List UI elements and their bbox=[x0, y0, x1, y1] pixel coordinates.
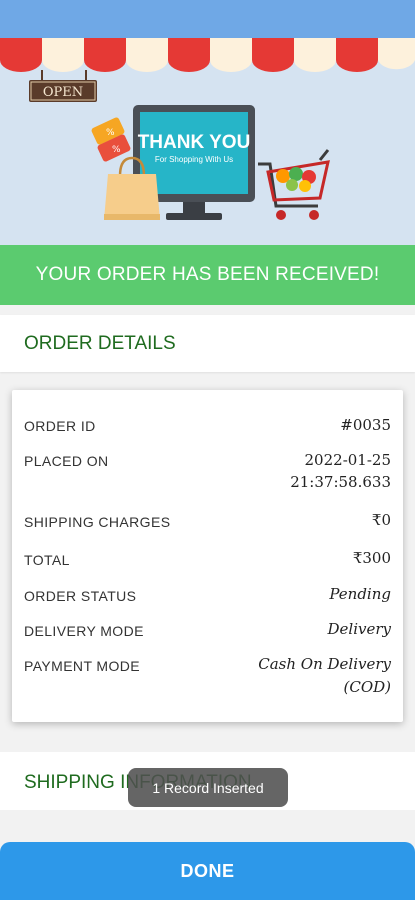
order-received-text: YOUR ORDER HAS BEEN RECEIVED! bbox=[35, 264, 380, 285]
order-status-value: Pending bbox=[329, 585, 391, 603]
done-button[interactable]: DONE bbox=[0, 842, 415, 900]
order-details-header: ORDER DETAILS bbox=[0, 315, 415, 372]
placed-on-label: PLACED ON bbox=[24, 453, 109, 469]
payment-mode-label: PAYMENT MODE bbox=[24, 658, 141, 674]
status-bar bbox=[0, 0, 415, 38]
delivery-mode-value: Delivery bbox=[327, 620, 392, 638]
total-label: TOTAL bbox=[24, 552, 70, 568]
discount-tags-icon: % % bbox=[91, 117, 131, 162]
placed-on-date: 2022-01-25 bbox=[304, 451, 391, 469]
placed-on-time: 21:37:58.633 bbox=[290, 473, 391, 491]
order-received-banner: YOUR ORDER HAS BEEN RECEIVED! bbox=[0, 245, 415, 305]
payment-mode-value-cont: (COD) bbox=[343, 678, 391, 696]
shipping-charges-label: SHIPPING CHARGES bbox=[24, 514, 171, 530]
order-id-value: #0035 bbox=[340, 416, 391, 434]
svg-text:%: % bbox=[106, 128, 115, 138]
thank-you-illustration: OPEN % % THANK YOU For Shopping With Us bbox=[0, 38, 415, 245]
toast-message: 1 Record Inserted bbox=[128, 768, 288, 807]
order-details-card: ORDER ID #0035 PLACED ON 2022-01-25 21:3… bbox=[12, 390, 403, 722]
open-sign: OPEN bbox=[29, 70, 97, 102]
order-status-label: ORDER STATUS bbox=[24, 588, 137, 604]
order-details-title: ORDER DETAILS bbox=[24, 333, 176, 354]
payment-mode-value: Cash On Delivery bbox=[258, 655, 391, 673]
shipping-charges-value: ₹0 bbox=[371, 511, 391, 529]
open-sign-text: OPEN bbox=[43, 85, 83, 100]
thank-you-text: THANK YOU bbox=[138, 132, 251, 153]
toast-text: 1 Record Inserted bbox=[152, 779, 264, 796]
shop-illustration: OPEN % % THANK YOU For Shopping With Us bbox=[0, 38, 415, 220]
order-id-label: ORDER ID bbox=[24, 418, 96, 434]
delivery-mode-label: DELIVERY MODE bbox=[24, 623, 144, 639]
done-button-label: DONE bbox=[180, 860, 235, 881]
thank-you-subtitle: For Shopping With Us bbox=[155, 155, 233, 164]
svg-text:%: % bbox=[112, 145, 121, 155]
shopping-cart-icon bbox=[258, 149, 330, 220]
awning bbox=[0, 38, 415, 72]
total-value: ₹300 bbox=[352, 549, 391, 567]
